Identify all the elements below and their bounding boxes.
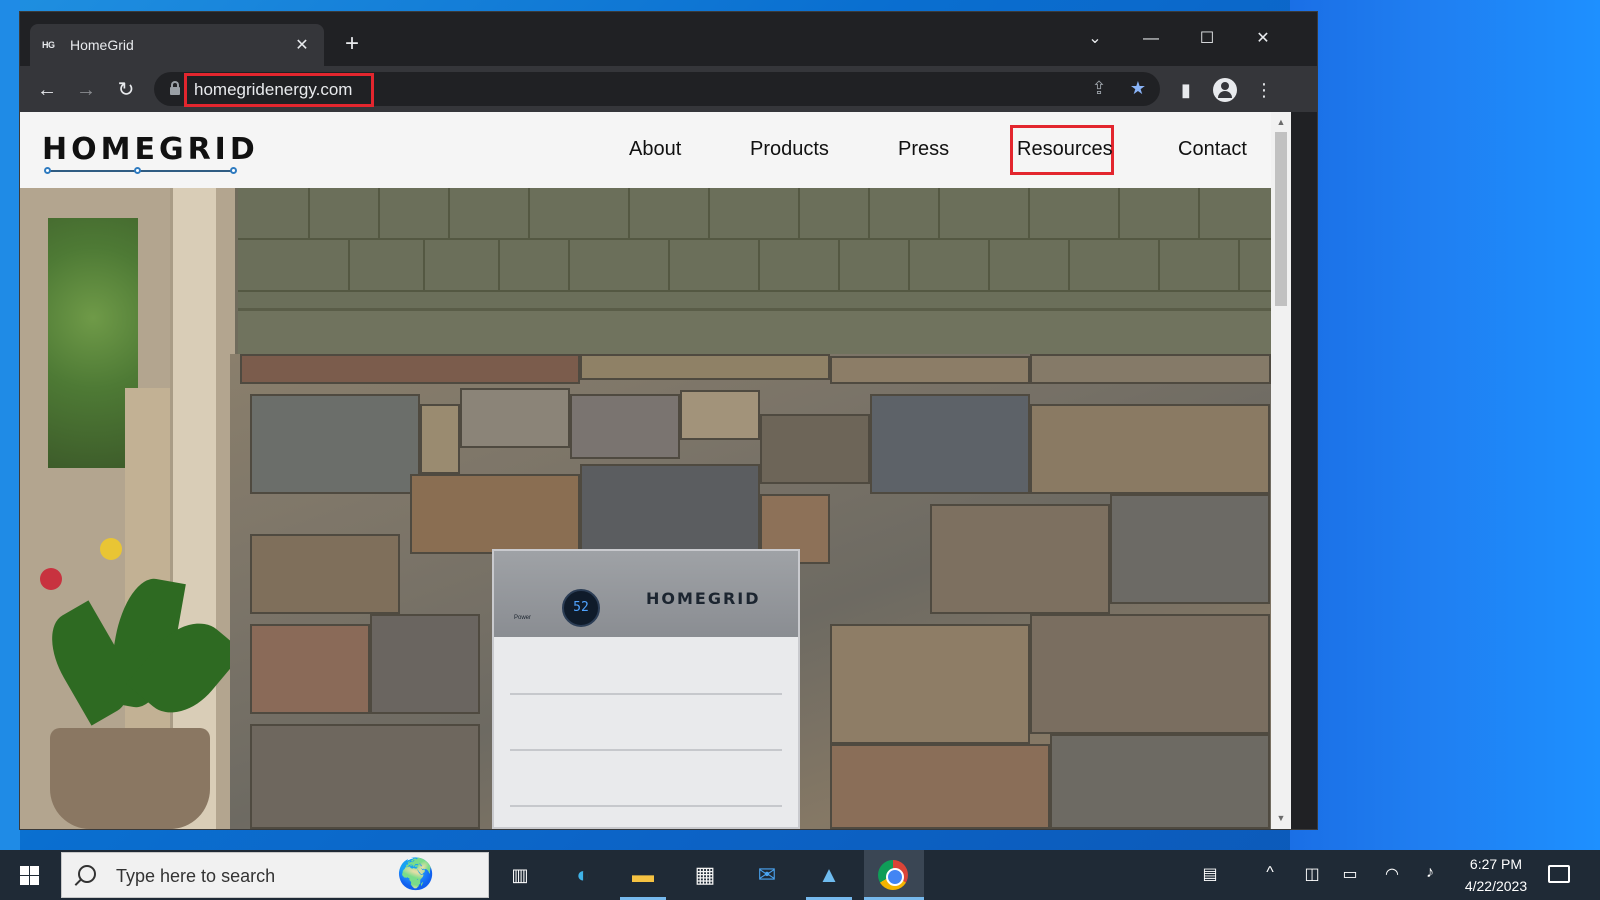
- scroll-up-icon[interactable]: ▲: [1275, 116, 1287, 128]
- battery-power-label: Power: [514, 615, 532, 621]
- web-viewport: HOMEGRID About Products Press Resources …: [20, 112, 1271, 829]
- bookmark-star-icon[interactable]: ★: [1127, 78, 1149, 99]
- microsoft-store-icon[interactable]: ▦: [690, 860, 720, 890]
- battery-brand: HOMEGRID: [646, 589, 761, 608]
- porch-area: [20, 188, 244, 829]
- back-arrow-icon[interactable]: ←: [33, 76, 61, 104]
- nav-products[interactable]: Products: [750, 138, 829, 161]
- edge-browser-icon[interactable]: ◐: [568, 860, 598, 890]
- windows-logo-icon: [20, 866, 39, 885]
- logo-text: HOMEGRID: [42, 132, 259, 167]
- share-icon[interactable]: ⇪: [1088, 78, 1110, 99]
- tab-close-icon[interactable]: ✕: [292, 35, 312, 55]
- battery-icon[interactable]: ▭: [1338, 864, 1362, 884]
- search-placeholder: Type here to search: [116, 866, 276, 886]
- url-highlight[interactable]: homegridenergy.com: [184, 73, 374, 107]
- search-highlight-globe-icon[interactable]: 🌍: [397, 857, 434, 892]
- maximize-button[interactable]: ☐: [1184, 24, 1230, 54]
- menu-kebab-icon[interactable]: ⋮: [1250, 76, 1278, 104]
- desktop-icons-edge: [0, 0, 20, 850]
- taskbar: Type here to search 🌍 ▥ ◐ ▬ ▦ ✉ ▲ ▤ ^ ◫ …: [0, 850, 1600, 900]
- photos-icon[interactable]: ▲: [814, 860, 844, 890]
- side-panel-icon[interactable]: ▮: [1172, 76, 1200, 104]
- new-tab-button[interactable]: +: [340, 32, 364, 56]
- tab-homegrid[interactable]: HG HomeGrid ✕: [30, 24, 324, 66]
- notification-center-icon[interactable]: [1548, 865, 1570, 883]
- url-text[interactable]: homegridenergy.com: [194, 80, 352, 100]
- start-button[interactable]: [0, 850, 58, 900]
- tab-title: HomeGrid: [70, 37, 134, 53]
- task-view-icon[interactable]: ▥: [505, 860, 535, 890]
- battery-unit: 52 HOMEGRID Power: [492, 549, 800, 829]
- plant-pot: [50, 728, 210, 829]
- file-explorer-icon[interactable]: ▬: [628, 860, 658, 890]
- clock-date[interactable]: 4/22/2023: [1456, 878, 1536, 894]
- site-header: HOMEGRID About Products Press Resources …: [20, 112, 1271, 188]
- scroll-thumb[interactable]: [1275, 132, 1287, 306]
- hero-image: 52 HOMEGRID Power: [20, 188, 1271, 829]
- nav-about[interactable]: About: [629, 138, 681, 161]
- minimize-button[interactable]: —: [1128, 24, 1174, 54]
- browser-toolbar: ← → ↻ homegridenergy.com ⇪ ★ ▮ ⋮: [20, 66, 1317, 112]
- taskbar-search-box[interactable]: Type here to search 🌍: [61, 852, 489, 898]
- nav-resources[interactable]: Resources: [1017, 138, 1113, 161]
- mail-icon[interactable]: ✉: [752, 860, 782, 890]
- tab-strip: HG HomeGrid ✕ + ⌄ — ☐ ✕: [20, 12, 1317, 66]
- homegrid-logo[interactable]: HOMEGRID: [42, 132, 255, 174]
- tab-search-button[interactable]: ⌄: [1072, 24, 1118, 54]
- search-icon: [78, 865, 96, 883]
- nav-press[interactable]: Press: [898, 138, 949, 161]
- battery-display: 52: [562, 589, 600, 627]
- page-scrollbar[interactable]: ▲ ▼: [1271, 112, 1291, 829]
- tab-favicon-icon: HG: [42, 40, 55, 50]
- close-window-button[interactable]: ✕: [1240, 24, 1286, 54]
- profile-avatar-icon[interactable]: [1213, 78, 1237, 102]
- meet-now-icon[interactable]: ◫: [1300, 864, 1324, 884]
- clock-time[interactable]: 6:27 PM: [1456, 856, 1536, 872]
- reload-icon[interactable]: ↻: [112, 76, 140, 104]
- volume-icon[interactable]: ♪: [1418, 864, 1442, 882]
- scroll-down-icon[interactable]: ▼: [1275, 812, 1287, 824]
- show-hidden-icons-chevron-up-icon[interactable]: ^: [1258, 864, 1282, 882]
- network-wifi-icon[interactable]: ◠: [1380, 864, 1404, 884]
- address-bar[interactable]: homegridenergy.com ⇪ ★: [154, 72, 1160, 107]
- news-widget-icon[interactable]: ▤: [1198, 864, 1222, 884]
- nav-contact[interactable]: Contact: [1178, 138, 1247, 161]
- chrome-icon[interactable]: [878, 860, 908, 890]
- lock-icon[interactable]: [170, 81, 180, 95]
- desktop-background: [1290, 0, 1600, 850]
- browser-window: HG HomeGrid ✕ + ⌄ — ☐ ✕ ← → ↻ homegriden…: [20, 12, 1317, 829]
- forward-arrow-icon[interactable]: →: [72, 76, 100, 104]
